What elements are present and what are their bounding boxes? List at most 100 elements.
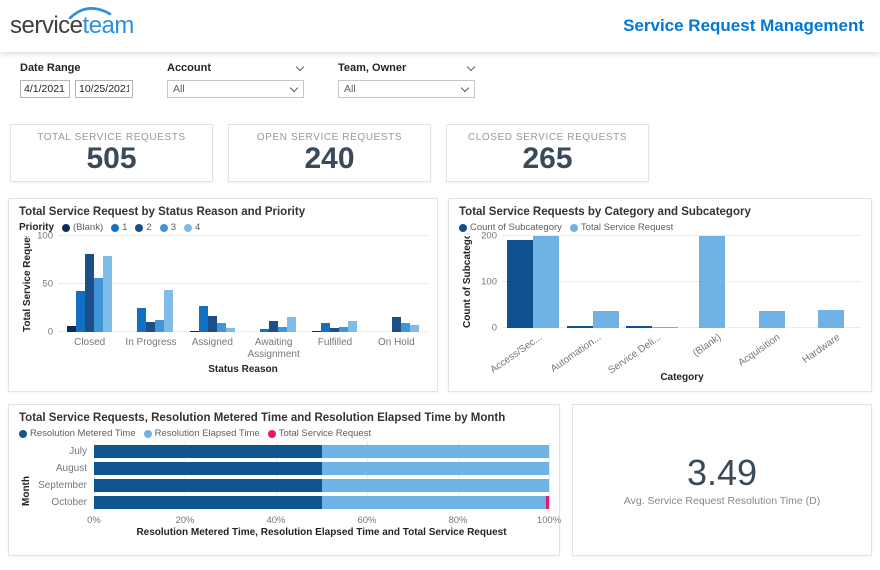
bar-count-of-subcategory-access-sec[interactable]	[506, 239, 533, 328]
team-owner-dropdown[interactable]: All	[338, 80, 475, 98]
segment-resolution-metered-time-july[interactable]	[94, 445, 322, 458]
bar-group-access-sec	[503, 236, 563, 328]
legend-item-total-service-request[interactable]: Total Service Request	[569, 222, 674, 233]
bar-1-fulfilled[interactable]	[321, 323, 331, 332]
legend-dot-icon	[135, 223, 144, 232]
category-label-assigned: Assigned	[191, 337, 233, 348]
y-tick-label: 100	[481, 276, 497, 288]
x-tick-label: 100%	[536, 515, 562, 526]
account-dropdown[interactable]: All	[167, 80, 304, 98]
segment-resolution-elapsed-time-july[interactable]	[321, 445, 549, 458]
bar-4-in-progress[interactable]	[164, 289, 174, 332]
bar-2-awaiting-assignment[interactable]	[269, 321, 279, 332]
bar-chart-status-reason: Total Service Request 0 50 100 Closed In Prog…	[19, 231, 427, 375]
x-tick-label: 80%	[448, 515, 468, 526]
kpi-value: 265	[522, 142, 573, 175]
bar-3-assigned[interactable]	[216, 323, 226, 332]
plot-main: Closed In Progress Assigned Awaiting Assign…	[59, 235, 427, 375]
bar-3-in-progress[interactable]	[155, 320, 165, 332]
kpi-closed-service-requests[interactable]: CLOSED SERVICE REQUESTS 265	[446, 124, 649, 182]
kpi-value: 505	[86, 142, 137, 175]
legend-item-label: 4	[195, 222, 201, 233]
legend-dot-icon	[143, 429, 152, 438]
bar-2-in-progress[interactable]	[146, 322, 156, 332]
filter-bar: Date Range Account All Team, Owner All	[0, 52, 880, 110]
chevron-down-icon[interactable]	[296, 64, 304, 72]
bar-group-hardware	[801, 236, 861, 328]
legend-item-4[interactable]: 4	[184, 222, 200, 233]
bar-3-closed[interactable]	[94, 278, 104, 332]
month-label-august: August	[55, 463, 87, 474]
month-label-october: October	[51, 497, 87, 508]
month-labels: July August September October	[32, 445, 94, 538]
bar-4-awaiting-assignment[interactable]	[287, 316, 297, 332]
bar-total-service-request-acquisition[interactable]	[758, 311, 785, 328]
chart-legend: Priority (Blank) 1 2 3 4	[19, 222, 427, 233]
date-start-input[interactable]	[20, 80, 70, 98]
kpi-open-service-requests[interactable]: OPEN SERVICE REQUESTS 240	[228, 124, 431, 182]
legend-item-count-of-subcategory[interactable]: Count of Subcategory	[459, 222, 562, 233]
bar-1-in-progress[interactable]	[137, 308, 147, 332]
bar-2-assigned[interactable]	[207, 315, 217, 332]
bar-total-service-request-automation[interactable]	[592, 311, 619, 328]
bar-2-on-hold[interactable]	[391, 316, 401, 332]
segment-resolution-metered-time-october[interactable]	[94, 496, 322, 509]
avg-label: Avg. Service Request Resolution Time (D)	[623, 494, 821, 507]
legend-dot-icon	[62, 223, 71, 232]
category-label-access-sec: Access/Sec...	[487, 332, 544, 376]
legend-item-1[interactable]: 1	[111, 222, 127, 233]
bar-1-closed[interactable]	[76, 290, 86, 332]
segment-resolution-metered-time-august[interactable]	[94, 462, 322, 475]
bar-group-on-hold	[366, 236, 427, 332]
bar-total-service-request-hardware[interactable]	[818, 309, 845, 328]
bar-groups	[503, 236, 861, 328]
legend-item-3[interactable]: 3	[159, 222, 176, 233]
bar-group-automation	[563, 236, 623, 328]
legend-dot-icon	[569, 223, 578, 232]
kpi-total-service-requests[interactable]: TOTAL SERVICE REQUESTS 505	[10, 124, 213, 182]
chevron-down-icon[interactable]	[467, 64, 475, 72]
bar-total-service-request-blank[interactable]	[698, 236, 725, 328]
bar-group-assigned	[182, 236, 243, 332]
segment-resolution-elapsed-time-august[interactable]	[321, 462, 549, 475]
segment-total-service-request-october[interactable]	[545, 496, 549, 509]
x-axis-title: Status Reason	[208, 364, 278, 375]
stacked-bar-august	[94, 462, 549, 475]
chart-panel-resolution-by-month: Total Service Requests, Resolution Meter…	[8, 404, 561, 556]
category-label-fulfilled: Fulfilled	[317, 337, 353, 348]
x-axis-title: Resolution Metered Time, Resolution Elap…	[136, 527, 507, 538]
chart-panel-category-subcategory: Total Service Requests by Category and S…	[448, 198, 872, 392]
page-title: Service Request Management	[623, 16, 864, 35]
bar-1-assigned[interactable]	[198, 306, 208, 332]
segment-resolution-elapsed-time-september[interactable]	[321, 479, 549, 492]
bar-group-service-deli	[622, 236, 682, 328]
category-label-on-hold: On Hold	[377, 337, 415, 348]
bar-total-service-request-access-sec[interactable]	[532, 236, 559, 328]
bar-4-closed[interactable]	[103, 256, 113, 332]
kpi-avg-resolution-time[interactable]: 3.49 Avg. Service Request Resolution Tim…	[572, 404, 872, 556]
bar-2-closed[interactable]	[85, 254, 95, 332]
category-axis: Closed In Progress Assigned Awaiting Assign…	[59, 332, 427, 364]
legend-dot-icon	[459, 223, 467, 232]
legend-item-total-service-request[interactable]: Total Service Request	[267, 428, 371, 439]
bar-3-on-hold[interactable]	[400, 323, 410, 332]
serviceteam-logo: serviceteam	[10, 7, 134, 38]
chart-legend: Resolution Metered Time Resolution Elapse…	[19, 428, 549, 439]
legend-item-label: Total Service Request	[580, 222, 674, 233]
y-axis-title: Total Service Request	[22, 236, 33, 332]
bar-4-fulfilled[interactable]	[348, 321, 358, 332]
segment-resolution-elapsed-time-october[interactable]	[321, 496, 546, 509]
legend-item-2[interactable]: 2	[135, 222, 152, 233]
bar-4-on-hold[interactable]	[409, 325, 419, 332]
x-tick-label: 40%	[266, 515, 286, 526]
legend-item-blank[interactable]: (Blank)	[62, 222, 103, 233]
legend-item-resolution-elapsed-time[interactable]: Resolution Elapsed Time	[143, 428, 260, 439]
stacked-bar-october	[94, 496, 549, 509]
hchart-body: Month July August September October 0% 20% 40% 6…	[19, 441, 561, 538]
chart-title: Total Service Requests, Resolution Meter…	[19, 412, 506, 424]
date-end-input[interactable]	[75, 80, 133, 98]
x-tick-label: 20%	[175, 515, 195, 526]
bar-group-blank	[682, 236, 742, 328]
segment-resolution-metered-time-september[interactable]	[94, 479, 322, 492]
legend-item-resolution-metered-time[interactable]: Resolution Metered Time	[19, 428, 136, 439]
